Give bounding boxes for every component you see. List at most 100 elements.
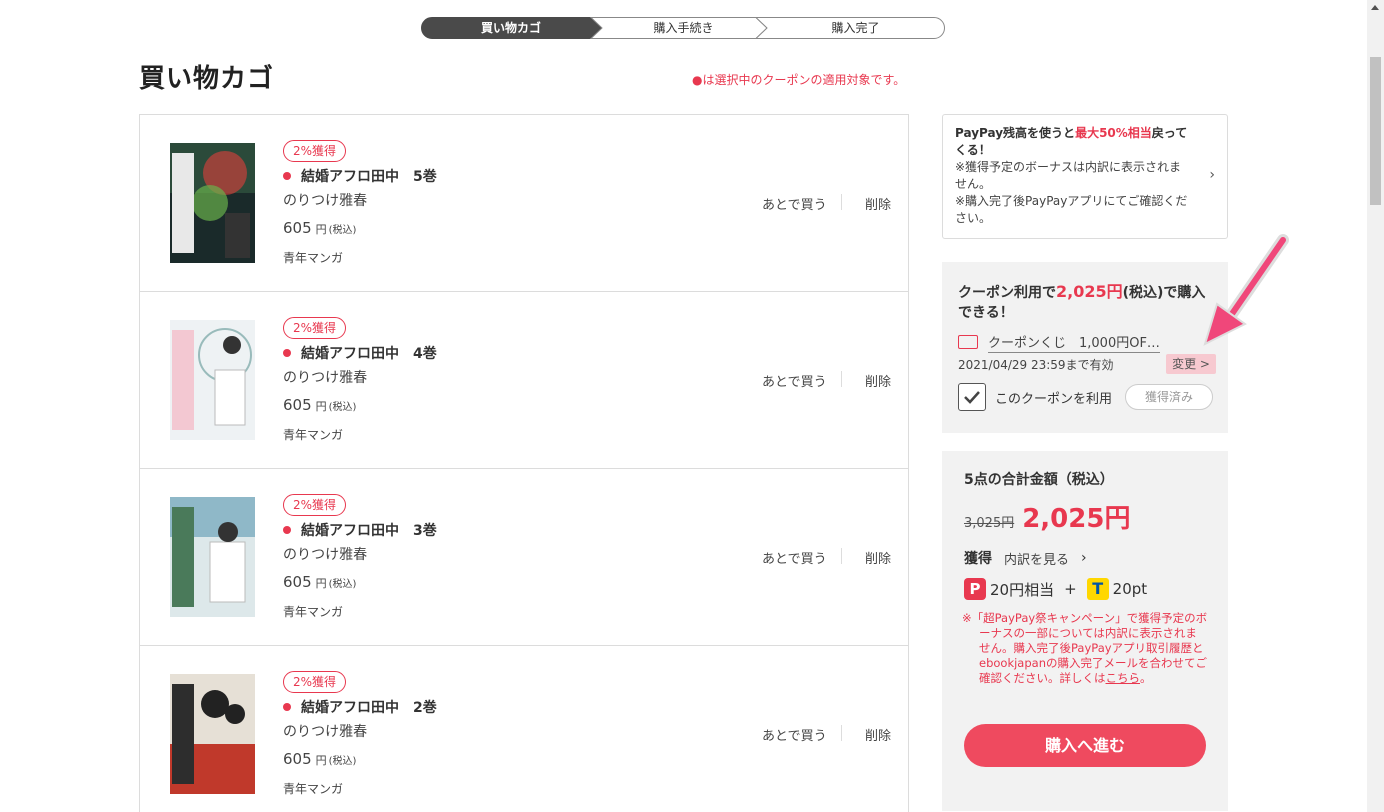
book-author[interactable]: のりつけ雅春: [283, 721, 367, 741]
coupon-name: クーポンくじ 1,000円OF…: [988, 332, 1160, 353]
buy-later-button[interactable]: あとで買う: [762, 725, 827, 744]
book-title[interactable]: 結婚アフロ田中 2巻: [283, 697, 437, 717]
book-cover-image[interactable]: [170, 143, 255, 263]
book-title-text: 結婚アフロ田中 2巻: [301, 700, 437, 716]
book-genre: 青年マンガ: [283, 428, 344, 442]
coupon-target-dot: [283, 703, 291, 711]
buy-later-button[interactable]: あとで買う: [762, 371, 827, 390]
delete-button[interactable]: 削除: [865, 194, 891, 213]
price-value: 605: [283, 219, 312, 237]
book-genre: 青年マンガ: [283, 251, 344, 265]
price-tax: (税込): [328, 225, 357, 236]
coupon-target-dot: [283, 526, 291, 534]
book-price: 605 円 (税込): [283, 396, 356, 414]
use-coupon-label: このクーポンを利用: [995, 391, 1113, 407]
book-title[interactable]: 結婚アフロ田中 5巻: [283, 166, 437, 186]
book-price: 605 円 (税込): [283, 750, 356, 768]
divider: [841, 725, 842, 741]
book-cover-image[interactable]: [170, 320, 255, 440]
campaign-note-text: ※「超PayPay祭キャンペーン」で獲得予定のボーナスの一部については内訳に表示…: [962, 611, 1208, 685]
delete-button[interactable]: 削除: [865, 548, 891, 567]
book-author[interactable]: のりつけ雅春: [283, 544, 367, 564]
discounted-price: 2,025円: [1022, 504, 1131, 534]
use-coupon-checkbox[interactable]: [958, 383, 986, 411]
step-complete: 購入完了: [831, 21, 880, 35]
points-badge: 2%獲得: [283, 317, 347, 339]
coupon-head-text: クーポン利用で: [958, 285, 1056, 301]
promo-note: ※獲得予定のボーナスは内訳に表示されません。: [955, 160, 1182, 191]
book-title[interactable]: 結婚アフロ田中 3巻: [283, 520, 437, 540]
price-value: 605: [283, 396, 312, 414]
book-price: 605 円 (税込): [283, 573, 356, 591]
order-summary: 5点の合計金額（税込） 3,025円 2,025円 獲得 内訳を見る › P 2…: [942, 451, 1228, 811]
step-procedure: 購入手続き: [653, 21, 714, 35]
buy-later-button[interactable]: あとで買う: [762, 194, 827, 213]
chevron-right-icon[interactable]: ›: [1081, 550, 1087, 566]
book-cover-image[interactable]: [170, 497, 255, 617]
price-yen: 円: [315, 754, 327, 767]
cart-list: 2%獲得 結婚アフロ田中 5巻 のりつけ雅春 605 円 (税込) 青年マンガ あと…: [139, 114, 909, 812]
book-price: 605 円 (税込): [283, 219, 356, 237]
checkmark-icon: [964, 391, 980, 404]
coupon-selector[interactable]: クーポンくじ 1,000円OF…: [958, 332, 1180, 353]
price-yen: 円: [315, 400, 327, 413]
original-price: 3,025円: [964, 516, 1015, 531]
cart-item: 2%獲得 結婚アフロ田中 3巻 のりつけ雅春 605 円 (税込) 青年マンガ あと…: [140, 469, 908, 646]
change-coupon-button[interactable]: 変更 >: [1166, 354, 1216, 374]
promo-text: PayPay残高を使うと: [955, 126, 1076, 140]
divider: [841, 194, 842, 210]
breakdown-link[interactable]: 内訳を見る: [1004, 549, 1069, 568]
checkout-stepper: 買い物カゴ 購入手続き 購入完了: [421, 17, 945, 39]
paypay-promo-headline: PayPay残高を使うと最大50%相当戻ってくる！: [955, 125, 1191, 159]
book-cover-image[interactable]: [170, 674, 255, 794]
scroll-up-icon[interactable]: [1371, 5, 1379, 10]
t-points: 20pt: [1112, 580, 1148, 598]
book-genre: 青年マンガ: [283, 782, 344, 796]
acquired-badge: 獲得済み: [1125, 384, 1213, 410]
use-coupon-row[interactable]: このクーポンを利用: [958, 383, 1112, 411]
points-badge: 2%獲得: [283, 671, 347, 693]
price-tax: (税込): [328, 579, 357, 590]
book-genre: 青年マンガ: [283, 605, 344, 619]
delete-button[interactable]: 削除: [865, 371, 891, 390]
price-value: 605: [283, 750, 312, 768]
page-title: 買い物カゴ: [139, 64, 275, 94]
book-author[interactable]: のりつけ雅春: [283, 190, 367, 210]
earn-row: 獲得 内訳を見る ›: [964, 548, 1087, 568]
proceed-to-purchase-button[interactable]: 購入へ進む: [964, 724, 1206, 767]
divider: [841, 371, 842, 387]
paypay-icon: P: [964, 578, 986, 600]
step-cart: 買い物カゴ: [480, 21, 541, 35]
scrollbar-thumb[interactable]: [1370, 57, 1381, 205]
total-label: 5点の合計金額（税込）: [964, 472, 1114, 488]
earn-label: 獲得: [964, 551, 992, 567]
price-tax: (税込): [328, 402, 357, 413]
coupon-price: 2,025円: [1056, 282, 1123, 301]
coupon-headline: クーポン利用で2,025円(税込)で購入できる！: [958, 282, 1212, 323]
book-author[interactable]: のりつけ雅春: [283, 367, 367, 387]
ticket-icon: [958, 335, 978, 349]
delete-button[interactable]: 削除: [865, 725, 891, 744]
coupon-expiry: 2021/04/29 23:59まで有効: [958, 358, 1114, 372]
promo-highlight: 最大50%相当: [1075, 126, 1152, 140]
paypay-promo-box[interactable]: PayPay残高を使うと最大50%相当戻ってくる！ ※獲得予定のボーナスは内訳に…: [942, 114, 1228, 239]
book-title-text: 結婚アフロ田中 4巻: [301, 346, 437, 362]
tpoint-icon: T: [1086, 578, 1109, 600]
divider: [841, 548, 842, 564]
coupon-panel: クーポン利用で2,025円(税込)で購入できる！ クーポンくじ 1,000円OF…: [942, 262, 1228, 433]
cart-item: 2%獲得 結婚アフロ田中 2巻 のりつけ雅春 605 円 (税込) 青年マンガ あと…: [140, 646, 908, 812]
price-yen: 円: [315, 577, 327, 590]
paypay-points: 20円相当: [990, 580, 1055, 599]
plus-sign: +: [1064, 580, 1077, 598]
details-link[interactable]: こちら: [1106, 671, 1141, 685]
book-title-text: 結婚アフロ田中 3巻: [301, 523, 437, 539]
book-title[interactable]: 結婚アフロ田中 4巻: [283, 343, 437, 363]
annotation-arrow-icon: [1203, 234, 1289, 346]
promo-note: ※購入完了後PayPayアプリにてご確認ください。: [955, 194, 1188, 225]
buy-later-button[interactable]: あとで買う: [762, 548, 827, 567]
price-yen: 円: [315, 223, 327, 236]
cart-item: 2%獲得 結婚アフロ田中 4巻 のりつけ雅春 605 円 (税込) 青年マンガ あと…: [140, 292, 908, 469]
coupon-target-dot: [283, 172, 291, 180]
points-badge: 2%獲得: [283, 140, 347, 162]
points-badge: 2%獲得: [283, 494, 347, 516]
